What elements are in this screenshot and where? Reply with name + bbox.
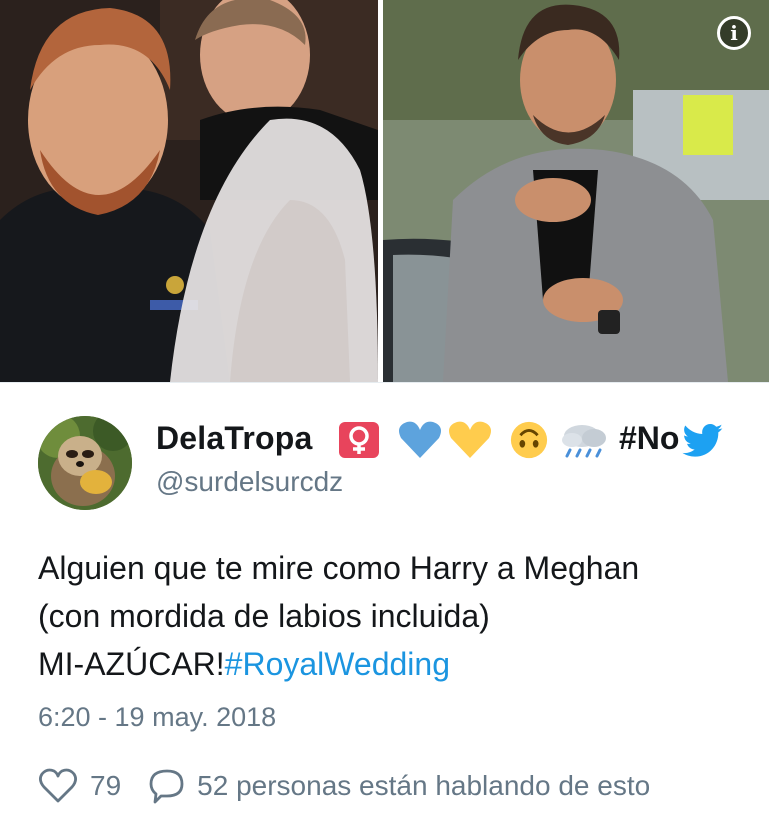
hashtag-link[interactable]: #RoyalWedding	[225, 646, 450, 682]
tweet-media[interactable]: i	[0, 0, 769, 382]
wedding-photo-illustration	[0, 0, 378, 382]
info-icon[interactable]: i	[717, 16, 751, 50]
like-button[interactable]: 79	[38, 766, 121, 806]
man-with-hand-on-chest-photo[interactable]: i	[383, 0, 769, 382]
tweet-text-line: Alguien que te mire como Harry a Meghan	[38, 550, 640, 586]
yellow-heart-icon	[449, 421, 491, 458]
tweet-text-line: (con mordida de labios incluida)	[38, 598, 490, 634]
conversation-button[interactable]: 52 personas están hablando de esto	[147, 766, 650, 806]
avatar[interactable]	[38, 416, 132, 510]
wedding-photo[interactable]	[0, 0, 378, 382]
like-count: 79	[90, 770, 122, 801]
display-name-hashtag: #No	[619, 420, 680, 456]
tweet-timestamp[interactable]: 6:20 - 19 may. 2018	[38, 702, 276, 733]
user-handle[interactable]: @surdelsurcdz	[156, 466, 343, 498]
display-name[interactable]: DelaTropa	[156, 420, 313, 457]
upside-down-face-icon	[510, 421, 548, 459]
tweet-text-line: MI-AZÚCAR!#RoyalWedding	[38, 640, 748, 688]
sloth-avatar-image	[38, 416, 132, 510]
tweet-text: Alguien que te mire como Harry a Meghan …	[38, 544, 748, 688]
blue-heart-icon	[399, 421, 441, 458]
heart-icon[interactable]	[38, 766, 78, 806]
cloud-with-rain-icon	[562, 425, 606, 458]
reply-bubble-icon[interactable]	[147, 766, 187, 806]
divider	[0, 382, 769, 383]
twitter-bird-icon[interactable]	[682, 424, 724, 458]
tweet-actions: 79 52 personas están hablando de esto	[38, 766, 650, 806]
man-photo-illustration	[383, 0, 769, 382]
tweet-text-prefix: MI-AZÚCAR!	[38, 646, 225, 682]
conversation-text: 52 personas están hablando de esto	[197, 770, 651, 801]
female-sign-icon	[339, 422, 379, 458]
